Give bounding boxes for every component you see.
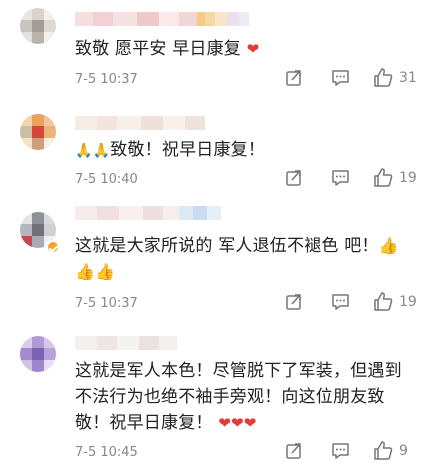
heart-emoji: ❤ (246, 40, 260, 58)
comment-actions: 19 (281, 168, 417, 187)
reply-button[interactable] (327, 293, 353, 311)
like-button[interactable]: 19 (373, 168, 417, 187)
share-button[interactable] (281, 69, 307, 87)
share-button[interactable] (281, 442, 307, 460)
comment-time: 7-5 10:37 (75, 72, 138, 87)
comment-time: 7-5 10:40 (75, 172, 138, 187)
thumbs-up-icon (374, 441, 393, 460)
comment-text: 这就是军人本色！尽管脱下了军装，但遇到 不法行为也绝不袖手旁观！向这位朋友致 敬… (75, 361, 402, 433)
share-button[interactable] (281, 293, 307, 311)
share-button[interactable] (281, 169, 307, 187)
thumbs-up-icon (374, 292, 393, 311)
comment-text: 这就是大家所说的 军人退伍不褪色 吧！👍 👍👍 (75, 236, 399, 281)
comment-item: 这就是大家所说的 军人退伍不褪色 吧！👍 👍👍 7-5 10:37 19 (0, 200, 431, 318)
comment-item: 🙏🙏致敬！祝早日康复！ 7-5 10:40 19 (0, 100, 431, 200)
comment-icon (331, 69, 349, 86)
share-icon (286, 442, 301, 459)
username-blurred[interactable] (75, 206, 221, 220)
like-count: 31 (399, 69, 417, 86)
comment-icon (331, 169, 349, 186)
thumbs-emoji: 👍👍 (75, 262, 116, 281)
comment-text: 🙏🙏致敬！祝早日康复！ (75, 140, 266, 160)
share-icon (286, 69, 301, 86)
like-count: 19 (399, 169, 417, 186)
comment-item: 致敬 愿平安 早日康复 ❤ 7-5 10:37 31 (0, 0, 431, 100)
heart-emoji: ❤❤❤ (218, 414, 257, 432)
share-icon (286, 169, 301, 186)
username-blurred[interactable] (75, 336, 177, 350)
reply-button[interactable] (327, 169, 353, 187)
comment-actions: 9 (281, 441, 417, 460)
thumbs-emoji: 👍 (378, 236, 399, 255)
comment-actions: 31 (281, 68, 417, 87)
comment-item: 这就是军人本色！尽管脱下了军装，但遇到 不法行为也绝不袖手旁观！向这位朋友致 敬… (0, 318, 431, 470)
comment-icon (331, 293, 349, 310)
comment-text: 致敬 愿平安 早日康复 ❤ (75, 39, 260, 59)
pray-emoji: 🙏🙏 (75, 143, 111, 159)
comment-time: 7-5 10:37 (75, 296, 138, 311)
reply-button[interactable] (327, 442, 353, 460)
like-count: 9 (399, 442, 408, 459)
share-icon (286, 293, 301, 310)
like-button[interactable]: 31 (373, 68, 417, 87)
reply-button[interactable] (327, 69, 353, 87)
avatar[interactable] (20, 336, 56, 372)
comment-actions: 19 (281, 292, 417, 311)
comment-time: 7-5 10:45 (75, 445, 138, 460)
avatar[interactable] (20, 114, 56, 150)
verified-badge-icon (46, 240, 60, 254)
username-blurred[interactable] (75, 12, 249, 26)
username-blurred[interactable] (75, 116, 205, 130)
thumbs-up-icon (374, 168, 393, 187)
like-button[interactable]: 19 (373, 292, 417, 311)
like-count: 19 (399, 293, 417, 310)
comment-icon (331, 442, 349, 459)
like-button[interactable]: 9 (373, 441, 417, 460)
thumbs-up-icon (374, 68, 393, 87)
avatar[interactable] (20, 8, 56, 44)
